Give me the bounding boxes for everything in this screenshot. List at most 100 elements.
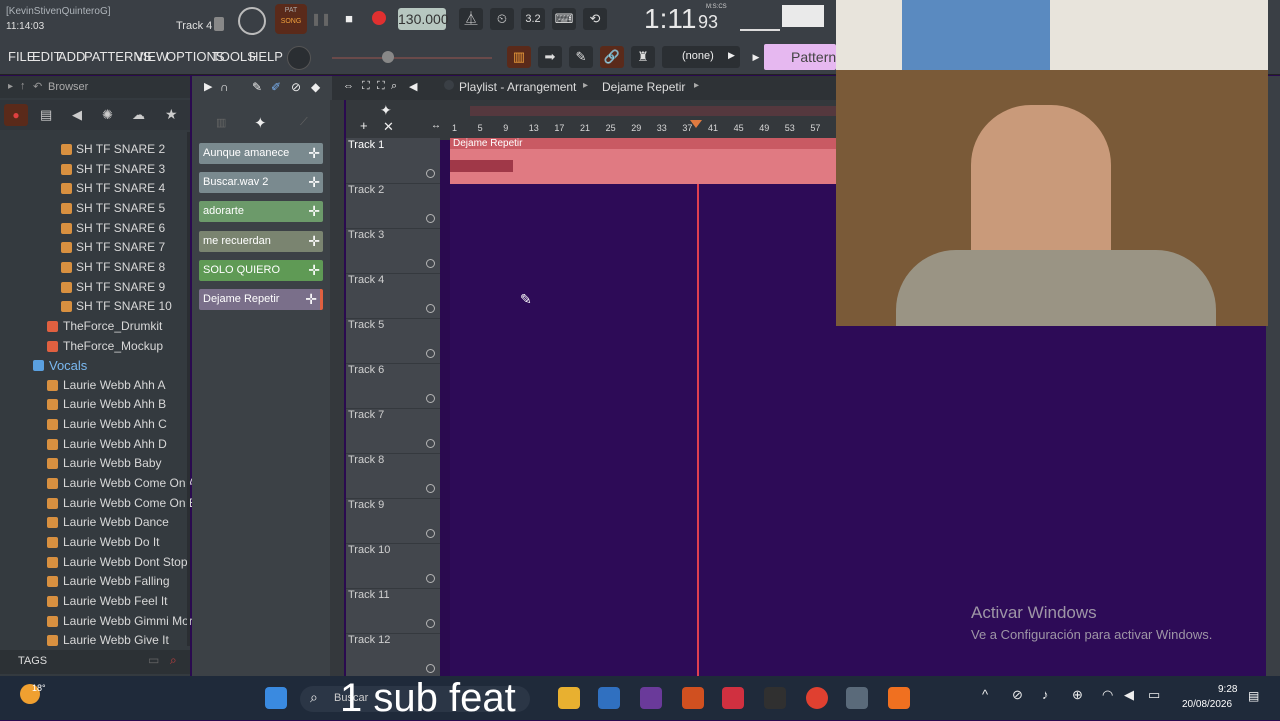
zoom-icon[interactable]: ⛶ bbox=[362, 80, 370, 93]
microphone-icon[interactable]: ♪ bbox=[1042, 687, 1049, 702]
track-label[interactable]: Track 9 bbox=[348, 499, 384, 511]
browser-item[interactable]: Laurie Webb Feel It bbox=[63, 594, 168, 608]
browser-item[interactable]: Laurie Webb Come On B bbox=[63, 496, 197, 510]
plugin-icon[interactable]: ✺ bbox=[102, 107, 113, 123]
tempo-display[interactable]: 130.000 bbox=[398, 8, 449, 30]
track-mute-icon[interactable] bbox=[426, 574, 435, 583]
browser-item[interactable]: SH TF SNARE 5 bbox=[76, 201, 165, 215]
pattern-item[interactable]: Dejame Repetir ✛ bbox=[199, 289, 323, 310]
capcut-icon[interactable] bbox=[764, 687, 786, 709]
add-icon[interactable]: + bbox=[360, 118, 368, 133]
network-off-icon[interactable]: ⊘ bbox=[1012, 687, 1023, 703]
picker-auto-icon[interactable]: ⟋ bbox=[300, 116, 308, 129]
brush-icon[interactable]: ✎ bbox=[569, 46, 593, 68]
playlist-scrollbar[interactable] bbox=[1266, 76, 1280, 676]
browser-item[interactable]: SH TF SNARE 9 bbox=[76, 280, 165, 294]
wait-record-icon[interactable]: ⏲ bbox=[490, 8, 514, 30]
browser-item[interactable]: Laurie Webb Come On A bbox=[63, 476, 196, 490]
pattern-prev-icon[interactable]: ▶ bbox=[748, 46, 764, 68]
paint-icon[interactable]: ✐ bbox=[271, 80, 281, 94]
pat-song-toggle[interactable]: PAT SONG bbox=[275, 4, 307, 34]
add-to-playlist-icon[interactable]: ✛ bbox=[308, 172, 320, 193]
browser-item[interactable]: SH TF SNARE 8 bbox=[76, 260, 165, 274]
browser-item[interactable]: SH TF SNARE 4 bbox=[76, 181, 165, 195]
speaker-icon[interactable]: ◀ bbox=[409, 80, 417, 93]
search-icon[interactable]: ⌕ bbox=[170, 653, 177, 668]
browser-item[interactable]: Vocals bbox=[49, 358, 87, 373]
track-mute-icon[interactable] bbox=[426, 349, 435, 358]
pattern-item[interactable]: Buscar.wav 2 ✛ bbox=[199, 172, 323, 194]
chevron-right-icon[interactable]: ▸ bbox=[8, 81, 13, 92]
track-label[interactable]: Track 8 bbox=[348, 454, 384, 466]
cloud-icon[interactable]: ☁ bbox=[132, 107, 145, 123]
track-mute-icon[interactable] bbox=[426, 439, 435, 448]
add-to-playlist-icon[interactable]: ✛ bbox=[308, 143, 320, 164]
track-label[interactable]: Track 3 bbox=[348, 229, 384, 241]
track-label[interactable]: Track 7 bbox=[348, 409, 384, 421]
track-mute-icon[interactable] bbox=[426, 394, 435, 403]
track-label[interactable]: Track 6 bbox=[348, 364, 384, 376]
notification-icon[interactable]: ▤ bbox=[1248, 689, 1259, 703]
track-mute-icon[interactable] bbox=[426, 259, 435, 268]
track-mute-icon[interactable] bbox=[426, 214, 435, 223]
chevron-up-icon[interactable]: ^ bbox=[982, 687, 988, 702]
piano-icon[interactable]: ▥ bbox=[507, 46, 531, 68]
document-icon[interactable] bbox=[722, 687, 744, 709]
app-icon[interactable] bbox=[640, 687, 662, 709]
mute-tool-icon[interactable]: ⊘ bbox=[291, 80, 301, 94]
blend-notes-icon[interactable]: ⌨ bbox=[552, 8, 576, 30]
menu-help[interactable]: HELP bbox=[249, 49, 283, 64]
battery-icon[interactable]: ▭ bbox=[1148, 687, 1160, 703]
stop-button[interactable]: ■ bbox=[338, 9, 360, 29]
arrow-up-icon[interactable]: ↑ bbox=[20, 80, 26, 92]
browser-item[interactable]: Laurie Webb Baby bbox=[63, 456, 162, 470]
magnet-icon[interactable]: ∩ bbox=[220, 80, 229, 94]
browser-scrollbar[interactable] bbox=[187, 132, 190, 646]
browser-item[interactable]: SH TF SNARE 6 bbox=[76, 221, 165, 235]
arrow-right-icon[interactable]: ➡ bbox=[538, 46, 562, 68]
track-label[interactable]: Track 4 bbox=[348, 274, 384, 286]
browser-item[interactable]: SH TF SNARE 3 bbox=[76, 162, 165, 176]
fl-studio-icon[interactable] bbox=[888, 687, 910, 709]
link-icon[interactable]: 🔗 bbox=[600, 46, 624, 68]
browser-item[interactable]: Laurie Webb Dance bbox=[63, 515, 169, 529]
speaker-icon[interactable]: ◀ bbox=[72, 107, 82, 123]
track-label[interactable]: Track 10 bbox=[348, 544, 390, 556]
pattern-picker-icon[interactable]: ✦ bbox=[380, 102, 392, 119]
close-icon[interactable]: ✕ bbox=[383, 119, 394, 135]
track-mute-icon[interactable] bbox=[426, 304, 435, 313]
track-mute-icon[interactable] bbox=[426, 484, 435, 493]
slip-icon[interactable]: ◆ bbox=[311, 80, 320, 94]
paint-app-icon[interactable] bbox=[682, 687, 704, 709]
volume-icon[interactable]: ◀ bbox=[1124, 687, 1134, 703]
track-label[interactable]: Track 12 bbox=[348, 634, 390, 646]
folder-icon[interactable]: ▭ bbox=[148, 653, 159, 667]
master-pitch-knob[interactable] bbox=[287, 46, 311, 70]
playhead-marker[interactable] bbox=[690, 120, 702, 128]
pattern-item[interactable]: Aunque amanece ✛ bbox=[199, 143, 323, 164]
master-volume-knob[interactable] bbox=[238, 7, 266, 35]
store-icon[interactable] bbox=[598, 687, 620, 709]
track-mute-icon[interactable] bbox=[426, 664, 435, 673]
metronome-icon[interactable]: ⏅ bbox=[459, 8, 483, 30]
pattern-item[interactable]: me recuerdan ✛ bbox=[199, 230, 323, 252]
countdown-icon[interactable]: 3.2 bbox=[521, 8, 545, 30]
scroll-icon[interactable]: ↔ bbox=[431, 120, 441, 131]
pattern-selector[interactable]: Pattern bbox=[764, 44, 836, 70]
browser-item[interactable]: Laurie Webb Do It bbox=[63, 535, 160, 549]
chrome-icon[interactable] bbox=[806, 687, 828, 709]
picker-wave-icon[interactable]: ✦ bbox=[254, 114, 267, 132]
browser-item[interactable]: Laurie Webb Ahh A bbox=[63, 378, 166, 392]
add-to-playlist-icon[interactable]: ✛ bbox=[308, 231, 320, 252]
browser-item[interactable]: Laurie Webb Give It bbox=[63, 633, 169, 647]
wifi-icon[interactable]: ◠ bbox=[1102, 687, 1113, 703]
add-to-playlist-icon[interactable]: ✛ bbox=[305, 289, 317, 310]
slice-icon[interactable]: ⇔ bbox=[343, 80, 354, 92]
track-mute-icon[interactable] bbox=[426, 169, 435, 178]
browser-item[interactable]: TheForce_Drumkit bbox=[63, 319, 162, 333]
browser-item[interactable]: Laurie Webb Ahh B bbox=[63, 397, 166, 411]
picker-list-icon[interactable]: ▥ bbox=[216, 116, 226, 129]
file-explorer-icon[interactable] bbox=[558, 687, 580, 709]
main-volume-handle[interactable] bbox=[382, 51, 394, 63]
magnify-icon[interactable]: ⌕ bbox=[391, 80, 397, 93]
